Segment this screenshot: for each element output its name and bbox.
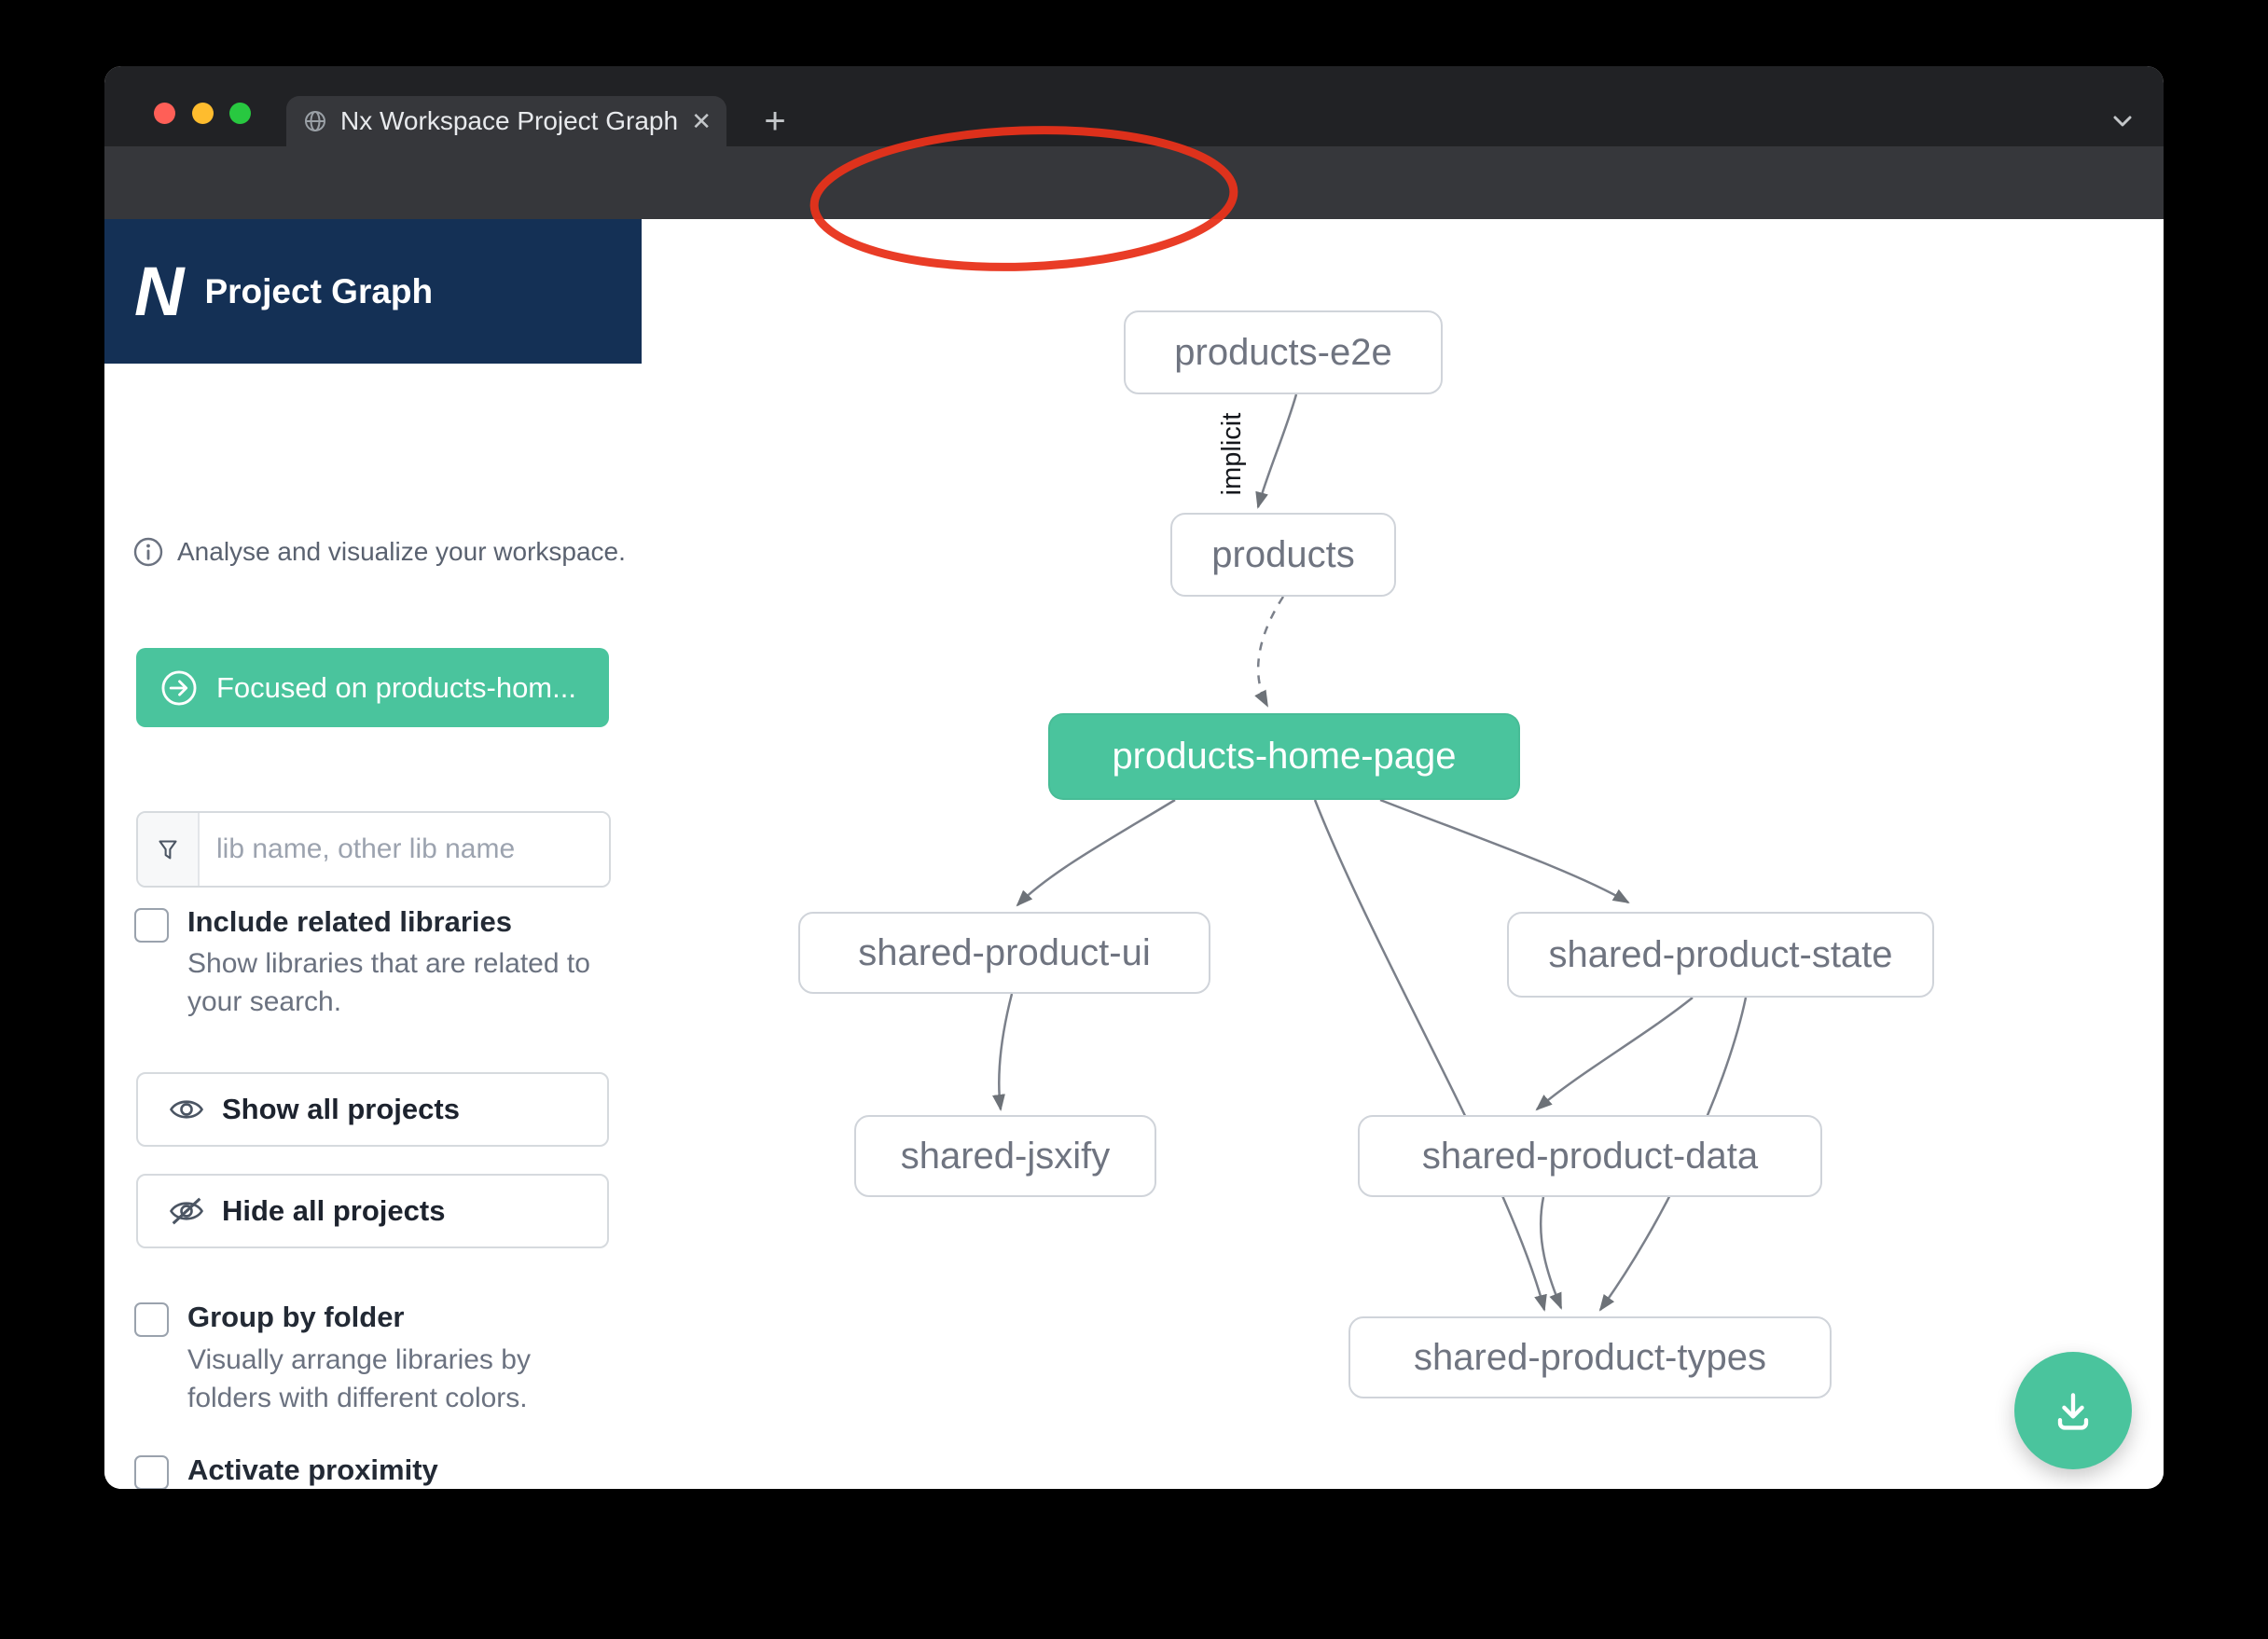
graph-node-shared-product-ui[interactable]: shared-product-ui [798, 912, 1210, 994]
minimize-window-button[interactable] [192, 103, 214, 124]
edge-ui-shared-jsxify [999, 994, 1012, 1109]
tab-strip: Nx Workspace Project Graph ✕ + [104, 66, 2164, 146]
sidebar-header: N Project Graph [104, 219, 642, 364]
graph-node-products[interactable]: products [1170, 513, 1396, 597]
sidebar: N Project Graph Analyse and visualize yo… [104, 219, 643, 1489]
tagline-text: Analyse and visualize your workspace. [177, 537, 626, 567]
maximize-window-button[interactable] [229, 103, 251, 124]
browser-tab[interactable]: Nx Workspace Project Graph ✕ [286, 96, 726, 146]
browser-toolbar: nrwl-nx-examples-dep-graph.netlify.app/?… [104, 146, 2164, 219]
include-related-desc: Show libraries that are related to your … [187, 944, 616, 1022]
graph-node-products-e2e[interactable]: products-e2e [1124, 310, 1443, 394]
edge-products-e2e-products [1258, 394, 1296, 507]
graph-node-shared-product-state[interactable]: shared-product-state [1507, 912, 1934, 998]
focus-arrow-icon [159, 668, 200, 709]
edge-label-implicit: implicit [1217, 413, 1247, 496]
group-by-folder-desc: Visually arrange libraries by folders wi… [187, 1341, 616, 1418]
activate-proximity-label: Activate proximity [187, 1453, 438, 1487]
globe-favicon-icon [303, 109, 327, 133]
page-title: Project Graph [204, 272, 433, 311]
filter-input[interactable] [200, 813, 609, 886]
graph-node-shared-product-types[interactable]: shared-product-types [1348, 1316, 1832, 1398]
hide-all-projects-label: Hide all projects [222, 1194, 445, 1228]
tab-title: Nx Workspace Project Graph [340, 106, 684, 136]
group-by-folder-checkbox[interactable] [134, 1302, 169, 1337]
edge-home-shared-product-types [1315, 800, 1544, 1310]
close-window-button[interactable] [154, 103, 175, 124]
eye-off-icon [166, 1192, 207, 1230]
new-tab-button[interactable]: + [750, 96, 800, 146]
eye-icon [166, 1091, 207, 1128]
download-icon [2047, 1384, 2099, 1437]
activate-proximity-checkbox[interactable] [134, 1455, 169, 1489]
graph-node-products-home-page[interactable]: products-home-page [1048, 713, 1520, 800]
edge-home-shared-product-state [1380, 800, 1628, 902]
filter-box [136, 811, 611, 888]
show-all-projects-button[interactable]: Show all projects [136, 1072, 609, 1147]
edge-data-shared-product-types [1541, 1197, 1561, 1308]
edge-state-shared-product-data [1537, 998, 1693, 1109]
graph-node-shared-product-data[interactable]: shared-product-data [1358, 1115, 1822, 1197]
show-all-projects-label: Show all projects [222, 1093, 460, 1126]
hide-all-projects-button[interactable]: Hide all projects [136, 1174, 609, 1248]
group-by-folder-label: Group by folder [187, 1301, 405, 1334]
graph-node-shared-jsxify[interactable]: shared-jsxify [854, 1115, 1156, 1197]
screenshot-canvas: Nx Workspace Project Graph ✕ + [0, 0, 2268, 1639]
nx-logo: N [134, 252, 180, 331]
focused-button[interactable]: Focused on products-hom... [136, 648, 609, 727]
graph-edges: implicit [642, 219, 2164, 1489]
browser-window: Nx Workspace Project Graph ✕ + [104, 66, 2164, 1489]
edge-products-products-home-page [1258, 597, 1283, 706]
download-image-button[interactable] [2014, 1352, 2132, 1469]
graph-area[interactable]: implicit products-e2e products products-ho… [642, 219, 2164, 1489]
edge-home-shared-product-ui [1017, 800, 1175, 905]
focused-button-label: Focused on products-hom... [216, 671, 576, 705]
info-icon [132, 536, 164, 568]
tagline-row: Analyse and visualize your workspace. [132, 536, 626, 568]
funnel-icon [138, 813, 200, 886]
tab-close-icon[interactable]: ✕ [691, 107, 712, 136]
include-related-checkbox[interactable] [134, 908, 169, 943]
chevron-down-icon[interactable] [2100, 98, 2145, 143]
include-related-label: Include related libraries [187, 905, 512, 939]
